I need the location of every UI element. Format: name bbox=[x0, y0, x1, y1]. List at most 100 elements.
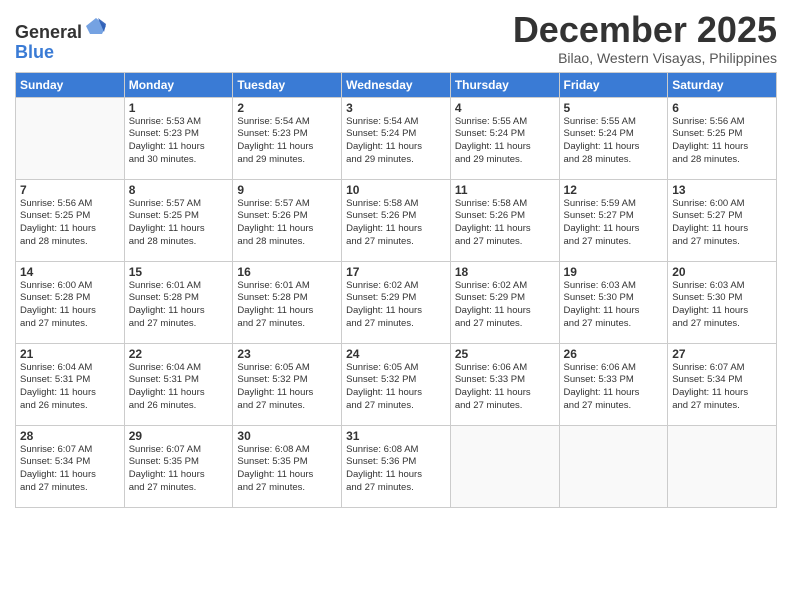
day-number: 14 bbox=[20, 265, 120, 279]
day-info: Sunrise: 5:56 AMSunset: 5:25 PMDaylight:… bbox=[672, 116, 772, 167]
day-number: 28 bbox=[20, 429, 120, 443]
col-wednesday: Wednesday bbox=[342, 72, 451, 97]
table-row: 17Sunrise: 6:02 AMSunset: 5:29 PMDayligh… bbox=[342, 261, 451, 343]
calendar-week-row: 14Sunrise: 6:00 AMSunset: 5:28 PMDayligh… bbox=[16, 261, 777, 343]
calendar-week-row: 28Sunrise: 6:07 AMSunset: 5:34 PMDayligh… bbox=[16, 425, 777, 507]
day-number: 1 bbox=[129, 101, 229, 115]
logo-blue-text: Blue bbox=[15, 42, 54, 62]
day-number: 16 bbox=[237, 265, 337, 279]
day-info: Sunrise: 5:55 AMSunset: 5:24 PMDaylight:… bbox=[455, 116, 555, 167]
col-sunday: Sunday bbox=[16, 72, 125, 97]
day-number: 24 bbox=[346, 347, 446, 361]
col-monday: Monday bbox=[124, 72, 233, 97]
calendar-table: Sunday Monday Tuesday Wednesday Thursday… bbox=[15, 72, 777, 508]
logo-icon bbox=[84, 14, 108, 38]
day-info: Sunrise: 6:03 AMSunset: 5:30 PMDaylight:… bbox=[672, 280, 772, 331]
table-row: 24Sunrise: 6:05 AMSunset: 5:32 PMDayligh… bbox=[342, 343, 451, 425]
table-row: 9Sunrise: 5:57 AMSunset: 5:26 PMDaylight… bbox=[233, 179, 342, 261]
table-row: 2Sunrise: 5:54 AMSunset: 5:23 PMDaylight… bbox=[233, 97, 342, 179]
day-info: Sunrise: 6:01 AMSunset: 5:28 PMDaylight:… bbox=[129, 280, 229, 331]
month-title: December 2025 bbox=[513, 10, 777, 50]
page: General Blue December 2025 Bilao, Wester… bbox=[0, 0, 792, 612]
day-number: 25 bbox=[455, 347, 555, 361]
table-row: 18Sunrise: 6:02 AMSunset: 5:29 PMDayligh… bbox=[450, 261, 559, 343]
location: Bilao, Western Visayas, Philippines bbox=[513, 50, 777, 66]
day-number: 7 bbox=[20, 183, 120, 197]
day-number: 8 bbox=[129, 183, 229, 197]
col-friday: Friday bbox=[559, 72, 668, 97]
day-number: 22 bbox=[129, 347, 229, 361]
table-row: 25Sunrise: 6:06 AMSunset: 5:33 PMDayligh… bbox=[450, 343, 559, 425]
day-number: 10 bbox=[346, 183, 446, 197]
table-row: 15Sunrise: 6:01 AMSunset: 5:28 PMDayligh… bbox=[124, 261, 233, 343]
calendar-week-row: 7Sunrise: 5:56 AMSunset: 5:25 PMDaylight… bbox=[16, 179, 777, 261]
table-row: 7Sunrise: 5:56 AMSunset: 5:25 PMDaylight… bbox=[16, 179, 125, 261]
table-row: 3Sunrise: 5:54 AMSunset: 5:24 PMDaylight… bbox=[342, 97, 451, 179]
table-row: 1Sunrise: 5:53 AMSunset: 5:23 PMDaylight… bbox=[124, 97, 233, 179]
logo-general-text: General bbox=[15, 22, 82, 42]
day-info: Sunrise: 6:01 AMSunset: 5:28 PMDaylight:… bbox=[237, 280, 337, 331]
table-row: 6Sunrise: 5:56 AMSunset: 5:25 PMDaylight… bbox=[668, 97, 777, 179]
day-info: Sunrise: 6:03 AMSunset: 5:30 PMDaylight:… bbox=[564, 280, 664, 331]
day-number: 23 bbox=[237, 347, 337, 361]
day-number: 2 bbox=[237, 101, 337, 115]
day-info: Sunrise: 6:06 AMSunset: 5:33 PMDaylight:… bbox=[564, 362, 664, 413]
table-row: 8Sunrise: 5:57 AMSunset: 5:25 PMDaylight… bbox=[124, 179, 233, 261]
calendar-week-row: 1Sunrise: 5:53 AMSunset: 5:23 PMDaylight… bbox=[16, 97, 777, 179]
day-info: Sunrise: 5:57 AMSunset: 5:26 PMDaylight:… bbox=[237, 198, 337, 249]
day-number: 9 bbox=[237, 183, 337, 197]
day-number: 15 bbox=[129, 265, 229, 279]
day-info: Sunrise: 6:00 AMSunset: 5:28 PMDaylight:… bbox=[20, 280, 120, 331]
col-tuesday: Tuesday bbox=[233, 72, 342, 97]
day-info: Sunrise: 5:54 AMSunset: 5:23 PMDaylight:… bbox=[237, 116, 337, 167]
day-number: 27 bbox=[672, 347, 772, 361]
day-info: Sunrise: 6:04 AMSunset: 5:31 PMDaylight:… bbox=[129, 362, 229, 413]
table-row: 19Sunrise: 6:03 AMSunset: 5:30 PMDayligh… bbox=[559, 261, 668, 343]
day-number: 20 bbox=[672, 265, 772, 279]
calendar-header-row: Sunday Monday Tuesday Wednesday Thursday… bbox=[16, 72, 777, 97]
day-info: Sunrise: 5:57 AMSunset: 5:25 PMDaylight:… bbox=[129, 198, 229, 249]
table-row: 28Sunrise: 6:07 AMSunset: 5:34 PMDayligh… bbox=[16, 425, 125, 507]
table-row bbox=[559, 425, 668, 507]
table-row: 20Sunrise: 6:03 AMSunset: 5:30 PMDayligh… bbox=[668, 261, 777, 343]
day-number: 11 bbox=[455, 183, 555, 197]
col-saturday: Saturday bbox=[668, 72, 777, 97]
day-info: Sunrise: 5:58 AMSunset: 5:26 PMDaylight:… bbox=[455, 198, 555, 249]
day-number: 3 bbox=[346, 101, 446, 115]
day-number: 19 bbox=[564, 265, 664, 279]
day-number: 13 bbox=[672, 183, 772, 197]
day-info: Sunrise: 6:07 AMSunset: 5:34 PMDaylight:… bbox=[672, 362, 772, 413]
col-thursday: Thursday bbox=[450, 72, 559, 97]
table-row: 10Sunrise: 5:58 AMSunset: 5:26 PMDayligh… bbox=[342, 179, 451, 261]
table-row: 21Sunrise: 6:04 AMSunset: 5:31 PMDayligh… bbox=[16, 343, 125, 425]
day-info: Sunrise: 6:00 AMSunset: 5:27 PMDaylight:… bbox=[672, 198, 772, 249]
table-row: 12Sunrise: 5:59 AMSunset: 5:27 PMDayligh… bbox=[559, 179, 668, 261]
table-row: 14Sunrise: 6:00 AMSunset: 5:28 PMDayligh… bbox=[16, 261, 125, 343]
table-row: 26Sunrise: 6:06 AMSunset: 5:33 PMDayligh… bbox=[559, 343, 668, 425]
day-info: Sunrise: 6:02 AMSunset: 5:29 PMDaylight:… bbox=[455, 280, 555, 331]
day-info: Sunrise: 6:04 AMSunset: 5:31 PMDaylight:… bbox=[20, 362, 120, 413]
day-info: Sunrise: 6:08 AMSunset: 5:35 PMDaylight:… bbox=[237, 444, 337, 495]
table-row bbox=[16, 97, 125, 179]
day-info: Sunrise: 5:58 AMSunset: 5:26 PMDaylight:… bbox=[346, 198, 446, 249]
table-row: 16Sunrise: 6:01 AMSunset: 5:28 PMDayligh… bbox=[233, 261, 342, 343]
day-info: Sunrise: 6:05 AMSunset: 5:32 PMDaylight:… bbox=[237, 362, 337, 413]
table-row: 29Sunrise: 6:07 AMSunset: 5:35 PMDayligh… bbox=[124, 425, 233, 507]
table-row: 31Sunrise: 6:08 AMSunset: 5:36 PMDayligh… bbox=[342, 425, 451, 507]
table-row: 4Sunrise: 5:55 AMSunset: 5:24 PMDaylight… bbox=[450, 97, 559, 179]
day-info: Sunrise: 5:55 AMSunset: 5:24 PMDaylight:… bbox=[564, 116, 664, 167]
table-row: 11Sunrise: 5:58 AMSunset: 5:26 PMDayligh… bbox=[450, 179, 559, 261]
day-info: Sunrise: 5:53 AMSunset: 5:23 PMDaylight:… bbox=[129, 116, 229, 167]
day-info: Sunrise: 6:02 AMSunset: 5:29 PMDaylight:… bbox=[346, 280, 446, 331]
day-info: Sunrise: 6:08 AMSunset: 5:36 PMDaylight:… bbox=[346, 444, 446, 495]
logo: General Blue bbox=[15, 14, 108, 63]
day-info: Sunrise: 5:54 AMSunset: 5:24 PMDaylight:… bbox=[346, 116, 446, 167]
day-number: 5 bbox=[564, 101, 664, 115]
day-info: Sunrise: 5:59 AMSunset: 5:27 PMDaylight:… bbox=[564, 198, 664, 249]
day-info: Sunrise: 6:07 AMSunset: 5:34 PMDaylight:… bbox=[20, 444, 120, 495]
day-number: 17 bbox=[346, 265, 446, 279]
day-number: 12 bbox=[564, 183, 664, 197]
table-row: 23Sunrise: 6:05 AMSunset: 5:32 PMDayligh… bbox=[233, 343, 342, 425]
title-block: December 2025 Bilao, Western Visayas, Ph… bbox=[513, 10, 777, 66]
day-number: 4 bbox=[455, 101, 555, 115]
